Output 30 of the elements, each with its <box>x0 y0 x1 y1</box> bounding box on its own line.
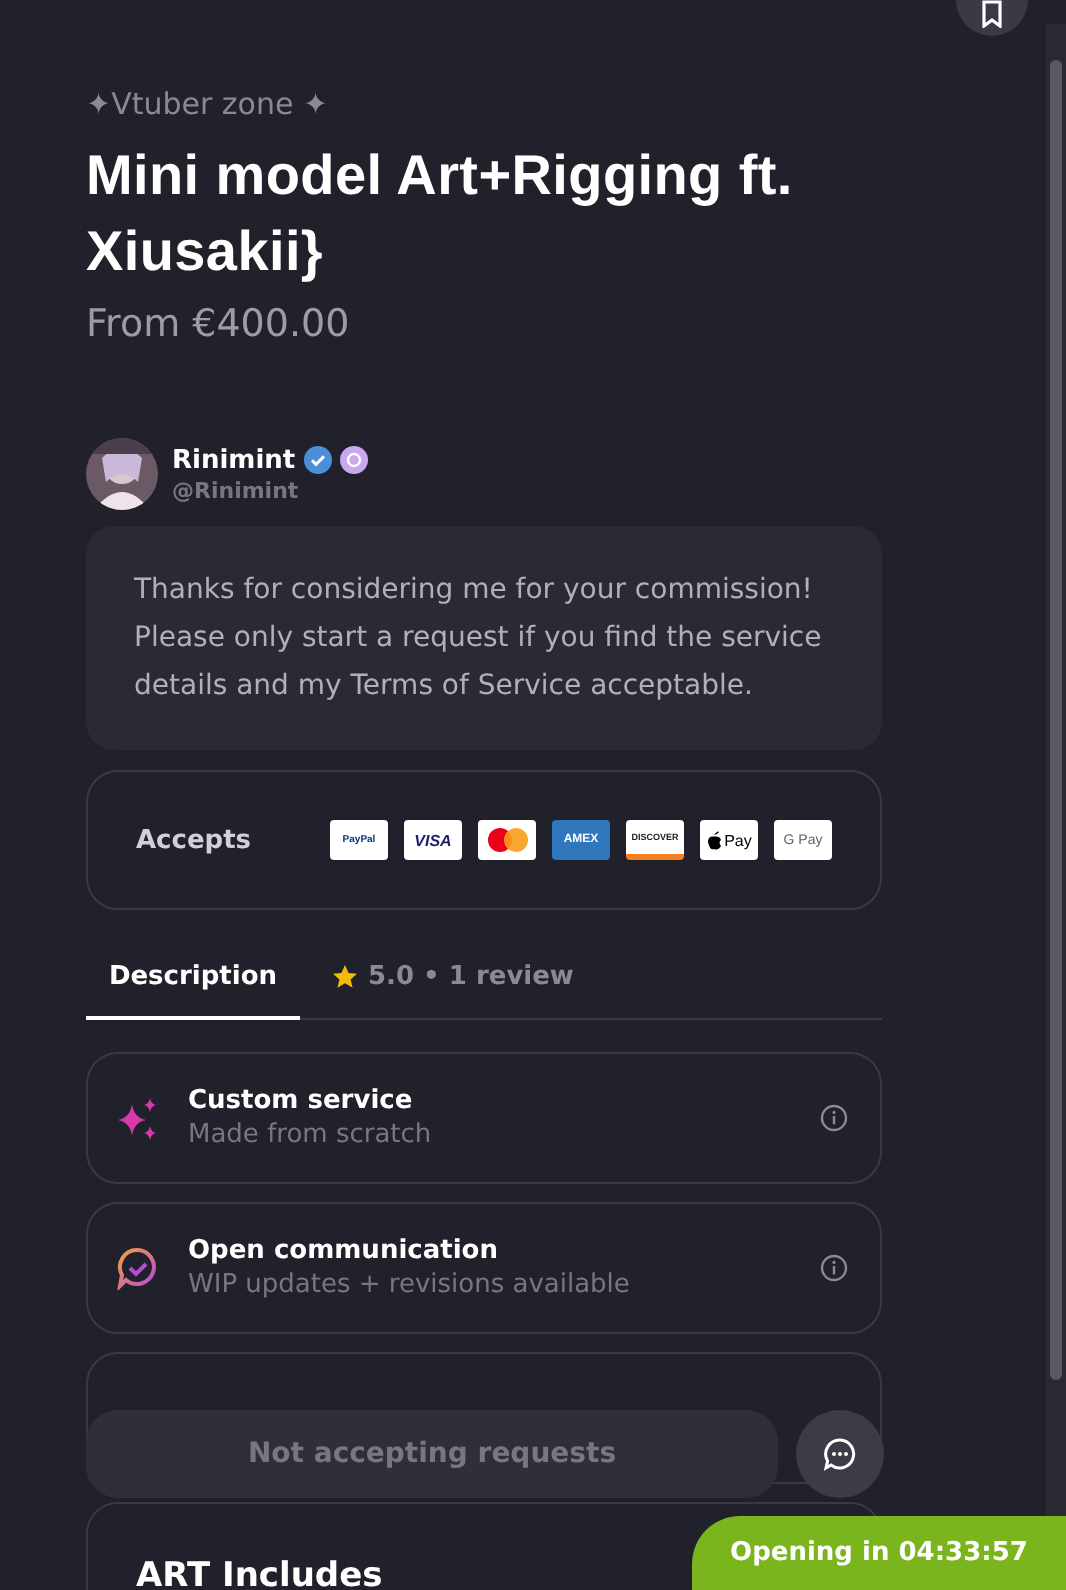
payment-logo: VISA <box>404 820 462 860</box>
payment-logo: Pay <box>700 820 758 860</box>
info-icon <box>820 1254 848 1282</box>
section-title: ART Includes <box>136 1556 385 1590</box>
sparkle-icon <box>116 1096 160 1140</box>
tab[interactable]: 5.0 • 1 review <box>300 934 606 1020</box>
feature-subtitle: Made from scratch <box>188 1120 434 1150</box>
chat-icon <box>822 1436 858 1472</box>
accepts-label: Accepts <box>136 825 252 855</box>
info-button[interactable] <box>820 1104 848 1132</box>
intro-text: Thanks for considering me for your commission! Please only start a request if you find the service details and my Terms of Service acceptable. <box>134 572 824 706</box>
feature-title: Open communication <box>188 1236 500 1266</box>
chat-button[interactable] <box>796 1410 884 1498</box>
chat-check-icon <box>116 1246 160 1290</box>
price-text: From €400.00 <box>86 302 352 346</box>
bookmark-icon <box>978 0 1006 28</box>
category-label: ✦Vtuber zone ✦ <box>86 86 331 122</box>
service-title: Mini model Art+Rigging ft. Xiusakii} <box>86 142 795 286</box>
artist-name[interactable]: Rinimint <box>172 445 296 475</box>
feature-subtitle: WIP updates + revisions available <box>188 1270 632 1300</box>
artist-handle[interactable]: @Rinimint <box>172 477 368 503</box>
opening-banner: Opening in 04:33:57 <box>692 1516 1066 1590</box>
tab[interactable]: Description <box>86 934 300 1020</box>
apple-icon <box>706 830 723 850</box>
info-icon <box>820 1104 848 1132</box>
info-button[interactable] <box>820 1254 848 1282</box>
badge-icon <box>339 446 368 474</box>
scrollbar-thumb[interactable] <box>1050 60 1062 1380</box>
star-icon <box>332 964 358 990</box>
feature-title: Custom service <box>188 1086 415 1116</box>
